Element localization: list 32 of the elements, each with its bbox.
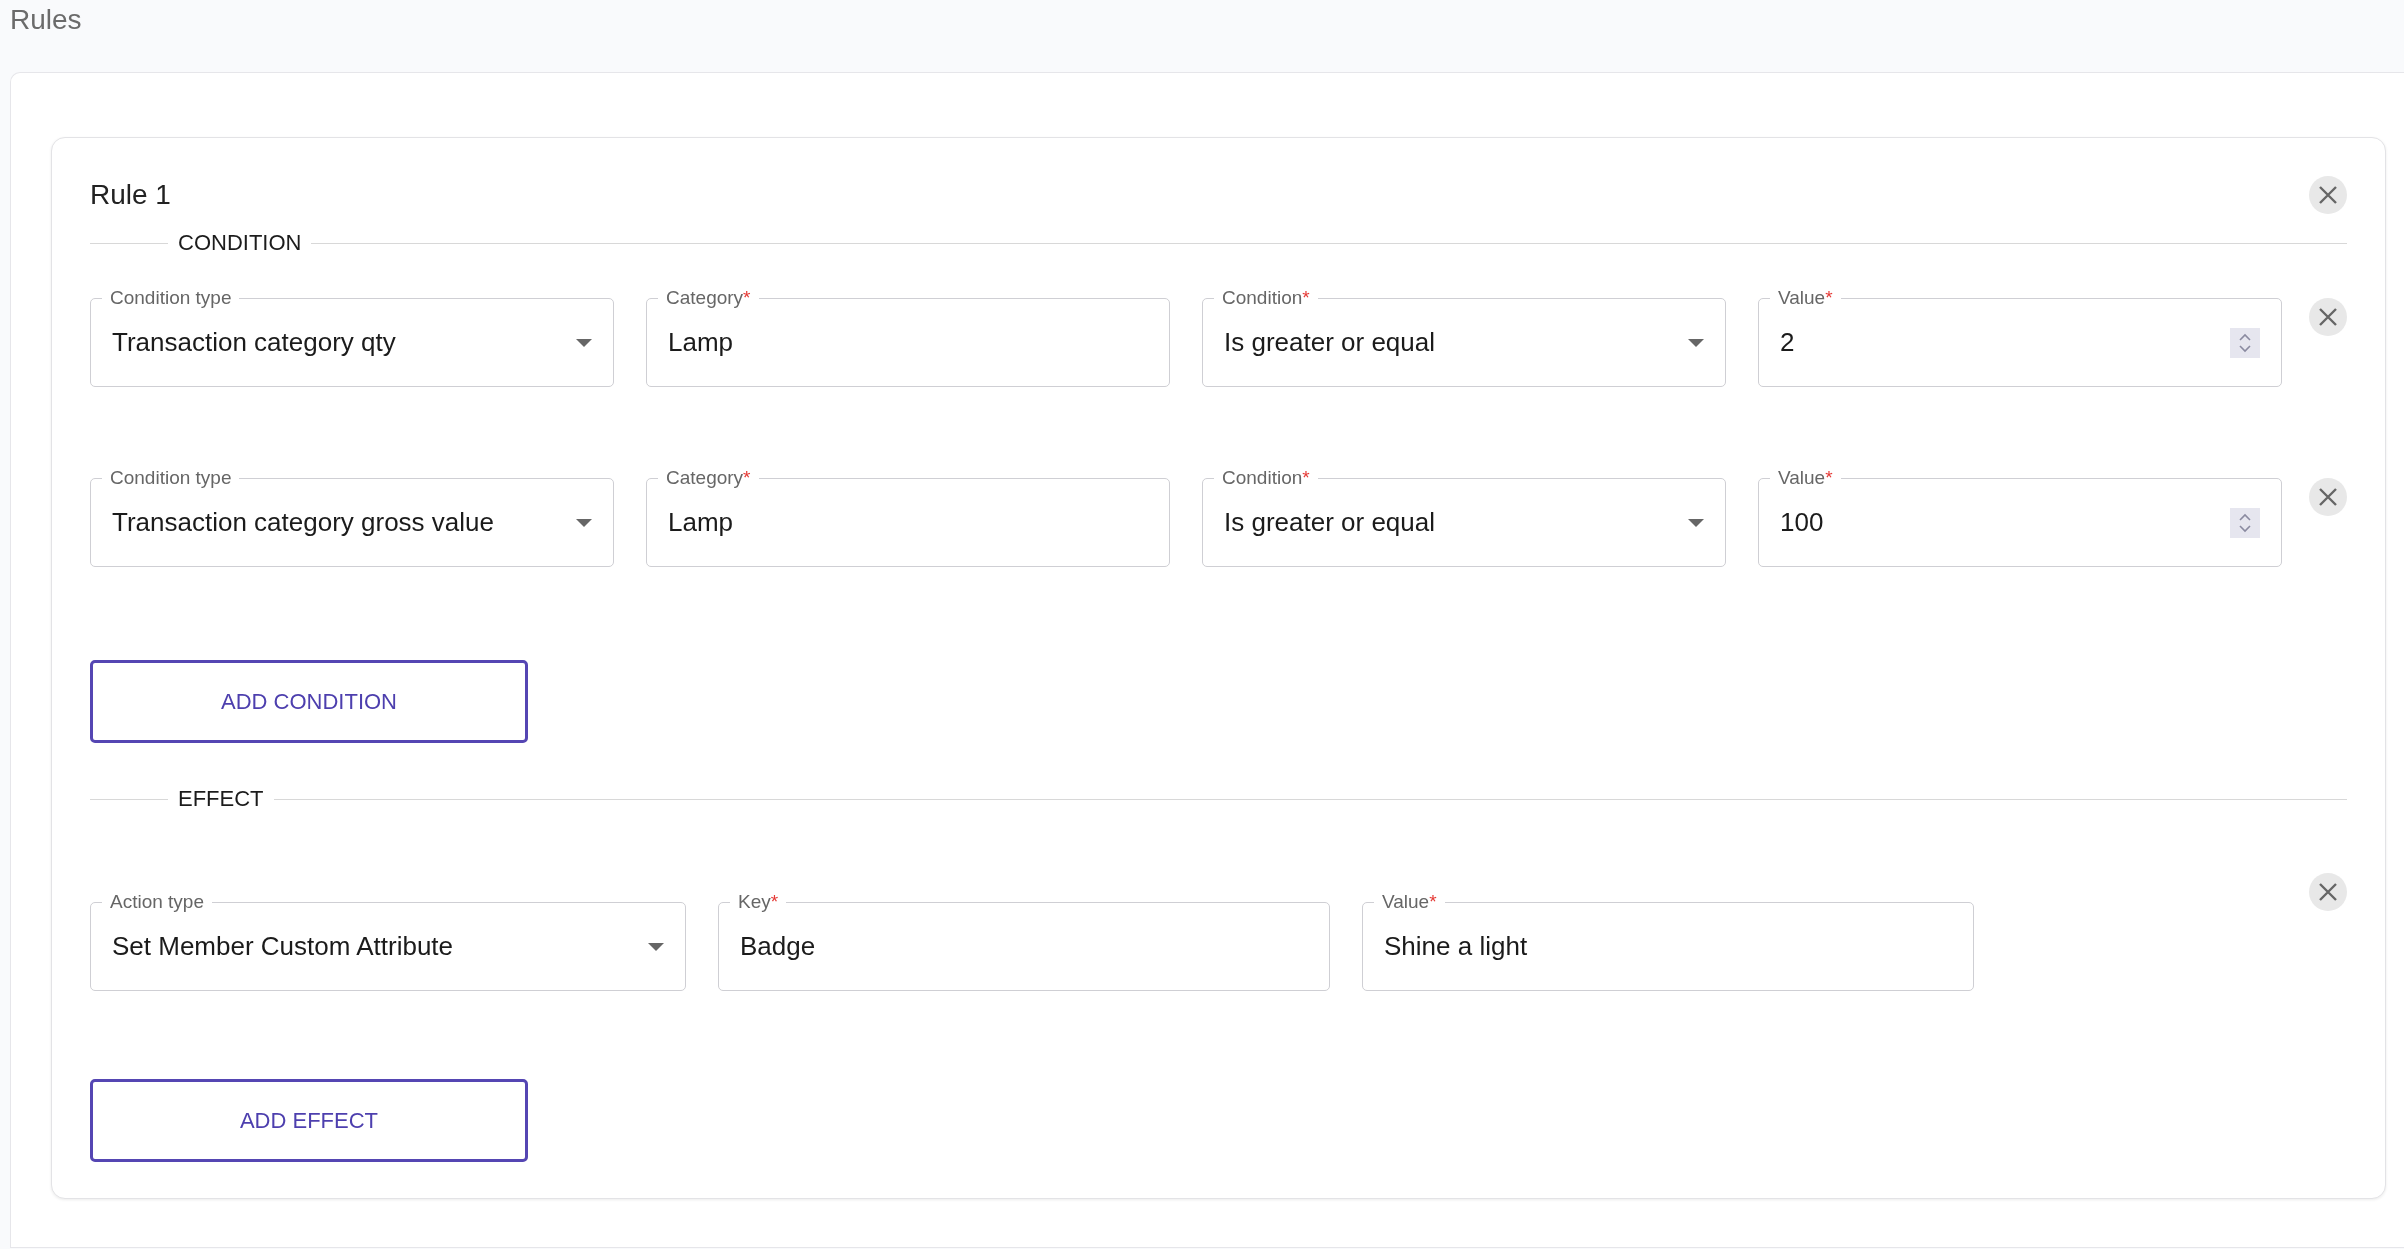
input-field[interactable]: Category* Lamp: [646, 286, 1170, 387]
dropdown-field[interactable]: Condition* Is greater or equal: [1202, 466, 1726, 567]
dropdown-caret-icon: [648, 942, 664, 951]
close-icon: [2317, 306, 2339, 328]
dropdown-field[interactable]: Condition* Is greater or equal: [1202, 286, 1726, 387]
dropdown-caret-icon: [1688, 518, 1704, 527]
dropdown-caret-icon: [576, 518, 592, 527]
dropdown-caret-icon: [1688, 338, 1704, 347]
remove-button[interactable]: [2309, 873, 2347, 911]
input-field[interactable]: Value* Shine a light: [1362, 890, 1974, 991]
remove-button[interactable]: [2309, 478, 2347, 516]
input-field[interactable]: Value* 100: [1758, 466, 2282, 567]
close-icon: [2317, 486, 2339, 508]
number-spinner-icon[interactable]: [2230, 327, 2260, 358]
rule-title: Rule 1: [90, 179, 171, 211]
number-spinner-icon[interactable]: [2230, 507, 2260, 538]
add-button[interactable]: ADD EFFECT: [90, 1079, 528, 1162]
add-button[interactable]: ADD CONDITION: [90, 660, 528, 743]
close-icon: [2317, 184, 2339, 206]
section-heading: EFFECT: [178, 786, 264, 812]
input-field[interactable]: Key* Badge: [718, 890, 1330, 991]
close-icon: [2317, 881, 2339, 903]
dropdown-field[interactable]: Condition type Transaction category qty: [90, 286, 614, 387]
section-heading: CONDITION: [178, 230, 302, 256]
dropdown-field[interactable]: Condition type Transaction category gross value: [90, 466, 614, 567]
dropdown-field[interactable]: Action type Set Member Custom Attribute: [90, 890, 686, 991]
dropdown-caret-icon: [576, 338, 592, 347]
page-title: Rules: [10, 4, 82, 36]
remove-button[interactable]: [2309, 298, 2347, 336]
input-field[interactable]: Value* 2: [1758, 286, 2282, 387]
input-field[interactable]: Category* Lamp: [646, 466, 1170, 567]
remove-button[interactable]: [2309, 176, 2347, 214]
